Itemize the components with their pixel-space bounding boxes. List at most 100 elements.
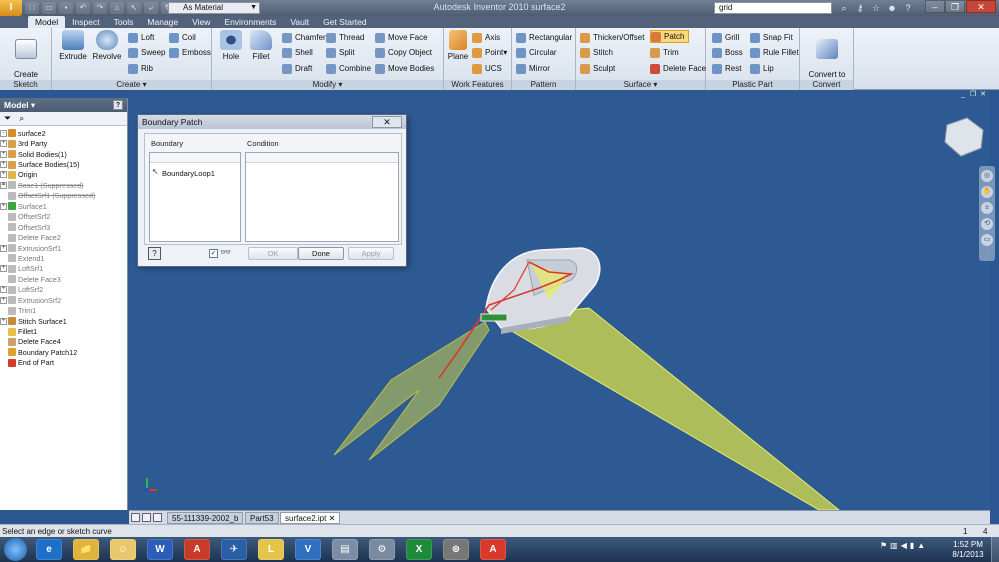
expand-icon[interactable]: + (0, 150, 7, 158)
circular-pattern-button[interactable]: Circular (516, 46, 557, 59)
tab-manage[interactable]: Manage (140, 16, 185, 28)
triad-widget[interactable] (480, 313, 508, 322)
boundary-loop-item[interactable]: BoundaryLoop1 (162, 169, 215, 178)
find-icon[interactable]: ⌕ (19, 113, 24, 124)
select-icon[interactable]: ↖ (127, 2, 141, 14)
copy-object-button[interactable]: Copy Object (375, 46, 432, 59)
draft-button[interactable]: Draft (282, 62, 312, 75)
tree-node[interactable]: Extend1 (0, 253, 127, 263)
chamfer-button[interactable]: Chamfer (282, 31, 326, 44)
trim-button[interactable]: Trim (650, 46, 679, 59)
tree-node[interactable]: + Solid Bodies(1) (0, 149, 127, 159)
done-button[interactable]: Done (298, 247, 344, 260)
power-icon[interactable]: ▮ (910, 541, 914, 550)
tree-node[interactable]: + LoftSrf2 (0, 285, 127, 295)
tab-inspect[interactable]: Inspect (65, 16, 106, 28)
boundary-list[interactable]: ↖ BoundaryLoop1 (149, 152, 241, 242)
tab-environments[interactable]: Environments (217, 16, 283, 28)
new-icon[interactable]: □ (25, 2, 39, 14)
expand-icon[interactable]: + (0, 171, 7, 179)
taskbar-app-icon[interactable]: ☺ (110, 539, 136, 560)
close-window-button[interactable]: ✕ (966, 0, 996, 13)
taskbar-app-icon[interactable]: ▤ (332, 539, 358, 560)
taskbar-app-icon[interactable]: ⚙ (369, 539, 395, 560)
combine-button[interactable]: Combine (326, 62, 371, 75)
zoom-icon[interactable]: ± (981, 202, 993, 214)
doc-tab[interactable]: Part53 (245, 512, 279, 524)
tree-node[interactable]: - surface2 (0, 128, 127, 138)
expand-icon[interactable]: + (0, 181, 7, 189)
rest-button[interactable]: Rest (712, 62, 741, 75)
view-minimize-icon[interactable]: _ (958, 90, 968, 99)
taskbar-app-icon[interactable]: X (406, 539, 432, 560)
fillet-button[interactable]: Fillet (246, 30, 276, 61)
tree-node[interactable]: +3rd Party (0, 138, 127, 148)
taskbar-app-icon[interactable]: A (184, 539, 210, 560)
tree-node[interactable]: Delete Face4 (0, 337, 127, 347)
restore-button[interactable]: ❐ (945, 0, 965, 13)
application-menu-button[interactable]: I (0, 0, 22, 16)
ok-button[interactable]: OK (248, 247, 298, 260)
move-face-button[interactable]: Move Face (375, 31, 428, 44)
help-search-input[interactable]: grid (714, 2, 832, 14)
tree-node[interactable]: Trim1 (0, 305, 127, 315)
tree-node[interactable]: Delete Face2 (0, 232, 127, 242)
network-icon[interactable]: ▥ (890, 541, 898, 550)
arrange-icon[interactable] (153, 513, 162, 522)
patch-button[interactable]: Patch (650, 30, 690, 43)
loft-button[interactable]: Loft (128, 31, 154, 44)
emboss-button[interactable]: Emboss (169, 46, 211, 59)
taskbar-app-icon[interactable]: ⊛ (443, 539, 469, 560)
save-icon[interactable]: ▪ (59, 2, 73, 14)
open-icon[interactable]: ▭ (42, 2, 56, 14)
tab-view[interactable]: View (185, 16, 217, 28)
taskbar-app-icon[interactable]: V (295, 539, 321, 560)
taskbar-app-icon[interactable]: L (258, 539, 284, 560)
people-icon[interactable]: ☻ (886, 2, 898, 14)
steering-wheel-icon[interactable]: ◎ (981, 170, 993, 182)
doc-tab-active[interactable]: surface2.ipt ✕ (280, 512, 341, 524)
cascade-icon[interactable] (142, 513, 151, 522)
dialog-help-icon[interactable]: ? (148, 247, 161, 260)
tile-icon[interactable] (131, 513, 140, 522)
tree-node[interactable]: OffsetSrf1 (Suppressed) (0, 191, 127, 201)
lip-button[interactable]: Lip (750, 62, 774, 75)
extrude-button[interactable]: Extrude (56, 30, 90, 61)
tree-node[interactable]: OffsetSrf3 (0, 222, 127, 232)
minimize-button[interactable]: – (925, 0, 945, 13)
shell-button[interactable]: Shell (282, 46, 313, 59)
expand-icon[interactable]: + (0, 140, 7, 148)
stitch-button[interactable]: Stitch (580, 46, 613, 59)
tree-node[interactable]: Boundary Patch12 (0, 347, 127, 357)
show-desktop-button[interactable] (991, 537, 999, 562)
expand-icon[interactable]: + (0, 265, 7, 273)
expand-icon[interactable]: + (0, 244, 7, 252)
taskbar-app-icon[interactable]: 📁 (73, 539, 99, 560)
expand-icon[interactable]: + (0, 161, 7, 169)
boss-button[interactable]: Boss (712, 46, 743, 59)
view-close-icon[interactable]: ✕ (978, 90, 988, 99)
tree-node[interactable]: Delete Face3 (0, 274, 127, 284)
tab-vault[interactable]: Vault (283, 16, 316, 28)
dialog-close-button[interactable]: ✕ (372, 116, 402, 128)
clock[interactable]: 1:52 PM 8/1/2013 (948, 540, 988, 560)
expand-icon[interactable]: + (0, 202, 7, 210)
apply-button[interactable]: Apply (348, 247, 394, 260)
revolve-button[interactable]: Revolve (90, 30, 124, 61)
taskbar-app-icon[interactable]: W (147, 539, 173, 560)
redo-icon[interactable]: ↷ (93, 2, 107, 14)
tree-node[interactable]: End of Part (0, 358, 127, 368)
expand-icon[interactable]: + (0, 286, 7, 294)
expand-icon[interactable]: + (0, 296, 7, 304)
tree-node[interactable]: OffsetSrf2 (0, 212, 127, 222)
key-icon[interactable]: ⚷ (854, 2, 866, 14)
taskbar-app-icon[interactable]: ✈ (221, 539, 247, 560)
tree-node[interactable]: + Surface1 (0, 201, 127, 211)
dialog-title-bar[interactable]: Boundary Patch ✕ (138, 115, 406, 129)
browser-header[interactable]: Model ▾ ? (0, 98, 127, 112)
doc-tab[interactable]: 55-111339-2002_b (167, 512, 244, 524)
ucs-button[interactable]: UCS (472, 62, 502, 75)
thread-button[interactable]: Thread (326, 31, 364, 44)
sculpt-button[interactable]: Sculpt (580, 62, 615, 75)
delete-face-button[interactable]: Delete Face (650, 62, 706, 75)
